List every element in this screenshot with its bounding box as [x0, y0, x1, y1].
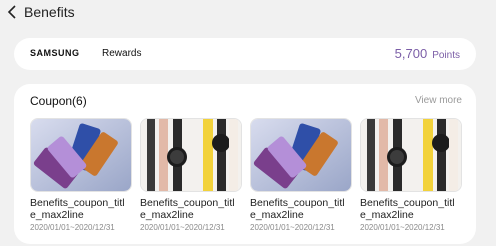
coupon-item[interactable]: Benefits_coupon_title_max2line 2020/01/0… — [140, 118, 242, 232]
phones-image — [30, 118, 132, 192]
phones-image — [250, 118, 352, 192]
points-unit: Points — [432, 50, 460, 61]
coupon-heading: Coupon(6) — [30, 94, 87, 108]
samsung-logo: SAMSUNG — [30, 48, 80, 58]
coupon-item[interactable]: Benefits_coupon_title_max2line 2020/01/0… — [30, 118, 132, 232]
top-app-bar: Benefits — [0, 0, 496, 26]
chevron-left-icon — [7, 5, 16, 19]
points-display: 5,700 Points — [395, 46, 460, 61]
watches-image — [360, 118, 462, 192]
back-button[interactable] — [4, 4, 20, 20]
coupon-date: 2020/01/01~2020/12/31 — [250, 223, 335, 232]
coupon-item[interactable]: Benefits_coupon_title_max2line 2020/01/0… — [360, 118, 462, 232]
coupon-title: Benefits_coupon_title_max2line — [30, 197, 125, 221]
watches-image — [140, 118, 242, 192]
coupon-card: Coupon(6) View more Benefits_coupon_titl… — [14, 84, 476, 244]
coupon-title: Benefits_coupon_title_max2line — [140, 197, 235, 221]
page-title: Benefits — [24, 4, 75, 20]
view-more-link[interactable]: View more — [415, 95, 462, 106]
coupon-title: Benefits_coupon_title_max2line — [250, 197, 345, 221]
coupon-date: 2020/01/01~2020/12/31 — [30, 223, 115, 232]
coupon-date: 2020/01/01~2020/12/31 — [360, 223, 445, 232]
rewards-card[interactable]: SAMSUNG Rewards 5,700 Points — [14, 38, 476, 70]
coupon-title: Benefits_coupon_title_max2line — [360, 197, 455, 221]
coupon-item[interactable]: Benefits_coupon_title_max2line 2020/01/0… — [250, 118, 352, 232]
coupon-date: 2020/01/01~2020/12/31 — [140, 223, 225, 232]
points-value: 5,700 — [394, 46, 428, 61]
rewards-label: Rewards — [102, 48, 142, 59]
